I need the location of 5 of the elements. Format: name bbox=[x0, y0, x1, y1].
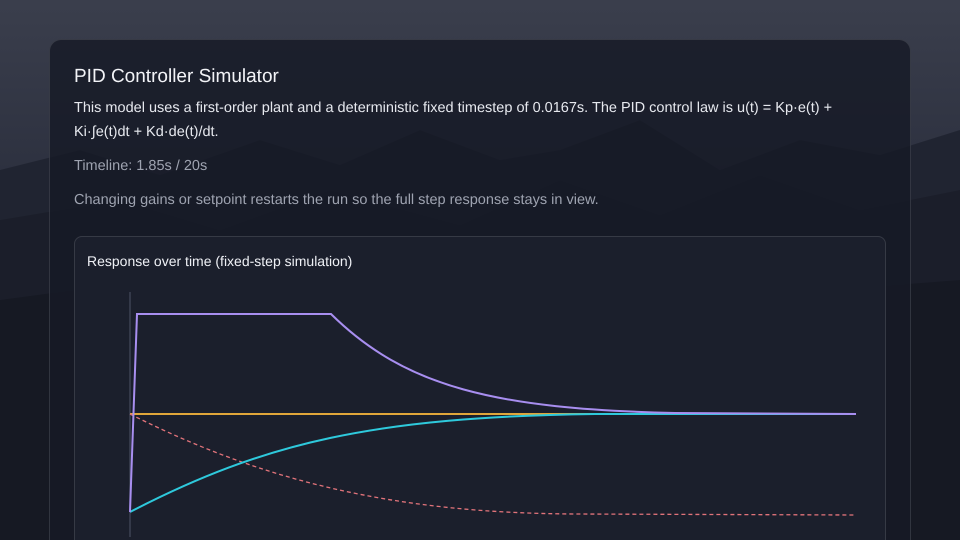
chart-title: Response over time (fixed-step simulation) bbox=[87, 253, 354, 269]
description-text: This model uses a first-order plant and a deterministic fixed timestep of 0.0167s. The PID control law is u(t) = Kp·e(t) + Ki·∫e(t)dt + Kd·de(t)/dt. bbox=[74, 99, 834, 142]
note-text: Changing gains or setpoint restarts the run so the full step response stays in view. bbox=[74, 191, 600, 210]
card-title: PID Controller Simulator bbox=[74, 66, 280, 88]
timeline-text: Timeline: 1.85s / 20s bbox=[74, 157, 208, 176]
